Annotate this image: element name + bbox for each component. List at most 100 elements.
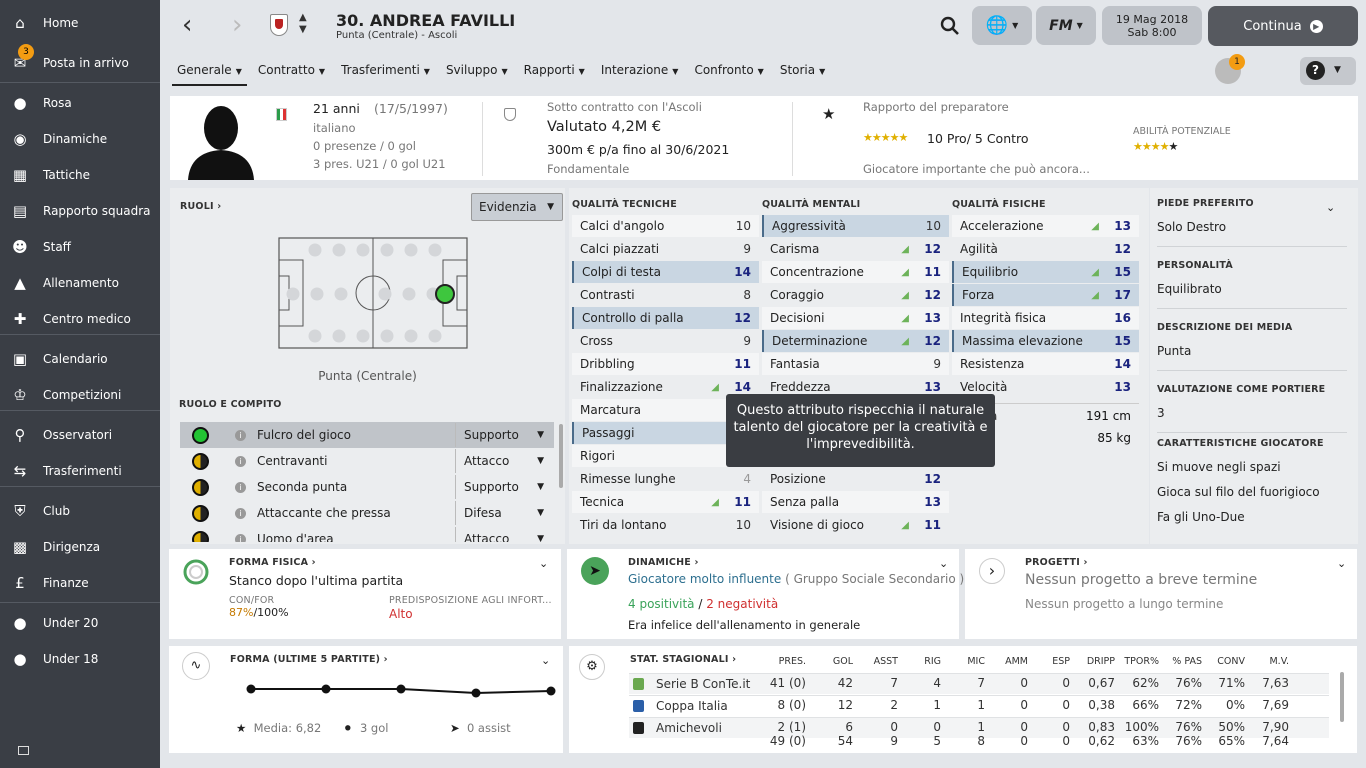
attribute-row[interactable]: Accelerazione ◢ 13 — [952, 215, 1139, 237]
player-age: 21 anni — [313, 101, 360, 116]
scout-report-title[interactable]: Rapporto del preparatore — [863, 100, 1009, 114]
competition-icon — [633, 722, 644, 734]
sidebar-item-5[interactable]: ▤ Rapporto squadra — [0, 194, 160, 228]
screen-icon[interactable] — [18, 746, 29, 755]
fm-menu-button[interactable]: FM ▼ — [1036, 6, 1096, 45]
duty-dropdown[interactable]: Supporto ▼ — [455, 475, 554, 499]
attribute-row[interactable]: Aggressività 10 — [762, 215, 949, 237]
attribute-row[interactable]: Tiri da lontano 10 — [572, 514, 759, 536]
sidebar-item-6[interactable]: ☻ Staff — [0, 230, 160, 264]
tab-2[interactable]: Trasferimenti ▼ — [336, 60, 435, 86]
projects-title[interactable]: PROGETTI › — [1025, 557, 1088, 568]
sidebar-item-label: Under 18 — [43, 652, 99, 666]
sidebar-item-16[interactable]: ● Under 20 — [0, 606, 160, 640]
sidebar-item-0[interactable]: ⌂ Home — [0, 6, 160, 40]
duty-dropdown[interactable]: Difesa ▼ — [455, 501, 554, 525]
forward-arrow-icon[interactable]: › — [232, 10, 242, 40]
attribute-row[interactable]: Equilibrio ◢ 15 — [952, 261, 1139, 283]
sidebar-item-11[interactable]: ⚲ Osservatori — [0, 418, 160, 452]
tab-3[interactable]: Sviluppo ▼ — [441, 60, 513, 86]
attribute-row[interactable]: Calci piazzati 9 — [572, 238, 759, 260]
sidebar-item-7[interactable]: ▲ Allenamento — [0, 266, 160, 300]
dynamics-note: Era infelice dell'allenamento in general… — [628, 618, 861, 632]
info-icon[interactable]: i — [235, 429, 246, 441]
chevron-down-icon[interactable]: ⌄ — [1337, 557, 1346, 570]
back-arrow-icon[interactable]: ‹ — [182, 10, 192, 40]
attribute-row[interactable]: Visione di gioco ◢ 11 — [762, 514, 949, 536]
highlight-dropdown[interactable]: Evidenzia ▼ — [471, 193, 563, 221]
attribute-row[interactable]: Contrasti 8 — [572, 284, 759, 306]
tab-5[interactable]: Interazione ▼ — [596, 60, 684, 86]
attribute-row[interactable]: Controllo di palla 12 — [572, 307, 759, 329]
chevron-down-icon[interactable]: ⌄ — [539, 557, 548, 570]
tab-7[interactable]: Storia ▼ — [775, 60, 830, 86]
world-button[interactable]: 🌐 ▼ — [972, 6, 1032, 45]
duty-dropdown[interactable]: Attacco ▼ — [455, 527, 554, 542]
attribute-row[interactable]: Rimesse lunghe 4 — [572, 468, 759, 490]
attribute-row[interactable]: Carisma ◢ 12 — [762, 238, 949, 260]
tab-1[interactable]: Contratto ▼ — [253, 60, 330, 86]
sidebar-item-9[interactable]: ▣ Calendario — [0, 342, 160, 376]
sidebar-item-12[interactable]: ⇆ Trasferimenti — [0, 454, 160, 488]
attribute-row[interactable]: Agilità 12 — [952, 238, 1139, 260]
sidebar-item-2[interactable]: ● Rosa — [0, 86, 160, 120]
tab-0[interactable]: Generale ▼ — [172, 60, 247, 86]
tab-6[interactable]: Confronto ▼ — [689, 60, 768, 86]
info-icon[interactable]: i — [235, 533, 246, 542]
sidebar-item-15[interactable]: £ Finanze — [0, 566, 160, 600]
role-row[interactable]: i Centravanti Attacco ▼ — [180, 448, 554, 474]
attribute-row[interactable]: Decisioni ◢ 13 — [762, 307, 949, 329]
role-row[interactable]: i Attaccante che pressa Difesa ▼ — [180, 500, 554, 526]
date-button[interactable]: 19 Mag 2018 Sab 8:00 — [1102, 6, 1202, 45]
attribute-row[interactable]: Tecnica ◢ 11 — [572, 491, 759, 513]
role-row[interactable]: i Uomo d'area Attacco ▼ — [180, 526, 554, 542]
role-row[interactable]: i Seconda punta Supporto ▼ — [180, 474, 554, 500]
attribute-row[interactable]: Resistenza 14 — [952, 353, 1139, 375]
attribute-row[interactable]: Forza ◢ 17 — [952, 284, 1139, 306]
attribute-row[interactable]: Colpi di testa 14 — [572, 261, 759, 283]
sidebar-item-10[interactable]: ♔ Competizioni — [0, 378, 160, 412]
continue-button[interactable]: Continua ▶ — [1208, 6, 1358, 46]
chevron-down-icon: ▼ — [537, 456, 544, 466]
role-row[interactable]: i Fulcro del gioco Supporto ▼ — [180, 422, 554, 448]
sidebar-item-3[interactable]: ◉ Dinamiche — [0, 122, 160, 156]
attribute-row[interactable]: Dribbling 11 — [572, 353, 759, 375]
attribute-row[interactable]: Determinazione ◢ 12 — [762, 330, 949, 352]
search-icon[interactable] — [940, 16, 960, 36]
attribute-row[interactable]: Concentrazione ◢ 11 — [762, 261, 949, 283]
info-icon[interactable]: i — [235, 481, 246, 493]
chevron-down-icon[interactable]: ⌄ — [541, 654, 550, 667]
fitness-title[interactable]: FORMA FISICA › — [229, 557, 316, 568]
attribute-row[interactable]: Cross 9 — [572, 330, 759, 352]
info-icon[interactable]: i — [235, 507, 246, 519]
attribute-row[interactable]: Coraggio ◢ 12 — [762, 284, 949, 306]
sidebar-item-14[interactable]: ▩ Dirigenza — [0, 530, 160, 564]
sidebar-item-17[interactable]: ● Under 18 — [0, 642, 160, 676]
chevron-down-icon[interactable]: ⌄ — [939, 557, 948, 570]
tab-4[interactable]: Rapporti ▼ — [519, 60, 590, 86]
chevron-right-icon[interactable]: › — [979, 558, 1005, 584]
stats-scrollbar[interactable] — [1340, 672, 1344, 722]
sidebar-item-13[interactable]: ⛨ Club — [0, 494, 160, 528]
attribute-row[interactable]: Integrità fisica 16 — [952, 307, 1139, 329]
sidebar-item-8[interactable]: ✚ Centro medico — [0, 302, 160, 336]
attribute-row[interactable]: Calci d'angolo 10 — [572, 215, 759, 237]
sidebar-item-1[interactable]: ✉ 3 Posta in arrivo — [0, 44, 160, 80]
player-switch-icon[interactable]: ▲ ▼ — [299, 12, 307, 36]
role-list-scrollbar[interactable] — [559, 424, 563, 488]
duty-dropdown[interactable]: Attacco ▼ — [455, 449, 554, 473]
attribute-row[interactable]: Fantasia 9 — [762, 353, 949, 375]
notification-button[interactable]: 1 — [1215, 54, 1245, 84]
attribute-row[interactable]: Massima elevazione 15 — [952, 330, 1139, 352]
duty-dropdown[interactable]: Supporto ▼ — [455, 423, 554, 447]
info-icon[interactable]: i — [235, 455, 246, 467]
chevron-down-icon[interactable]: ⌄ — [1326, 201, 1335, 214]
attribute-row[interactable]: Senza palla 13 — [762, 491, 949, 513]
roles-title[interactable]: RUOLI › — [180, 201, 221, 212]
form-title[interactable]: FORMA (ULTIME 5 PARTITE) › — [230, 654, 388, 665]
attribute-row[interactable]: Posizione 12 — [762, 468, 949, 490]
sidebar-item-4[interactable]: ▦ Tattiche — [0, 158, 160, 192]
dynamics-title[interactable]: DINAMICHE › — [628, 557, 699, 568]
help-button[interactable]: ? ▼ — [1300, 57, 1356, 85]
season-stats-title[interactable]: STAT. STAGIONALI › — [630, 654, 736, 665]
